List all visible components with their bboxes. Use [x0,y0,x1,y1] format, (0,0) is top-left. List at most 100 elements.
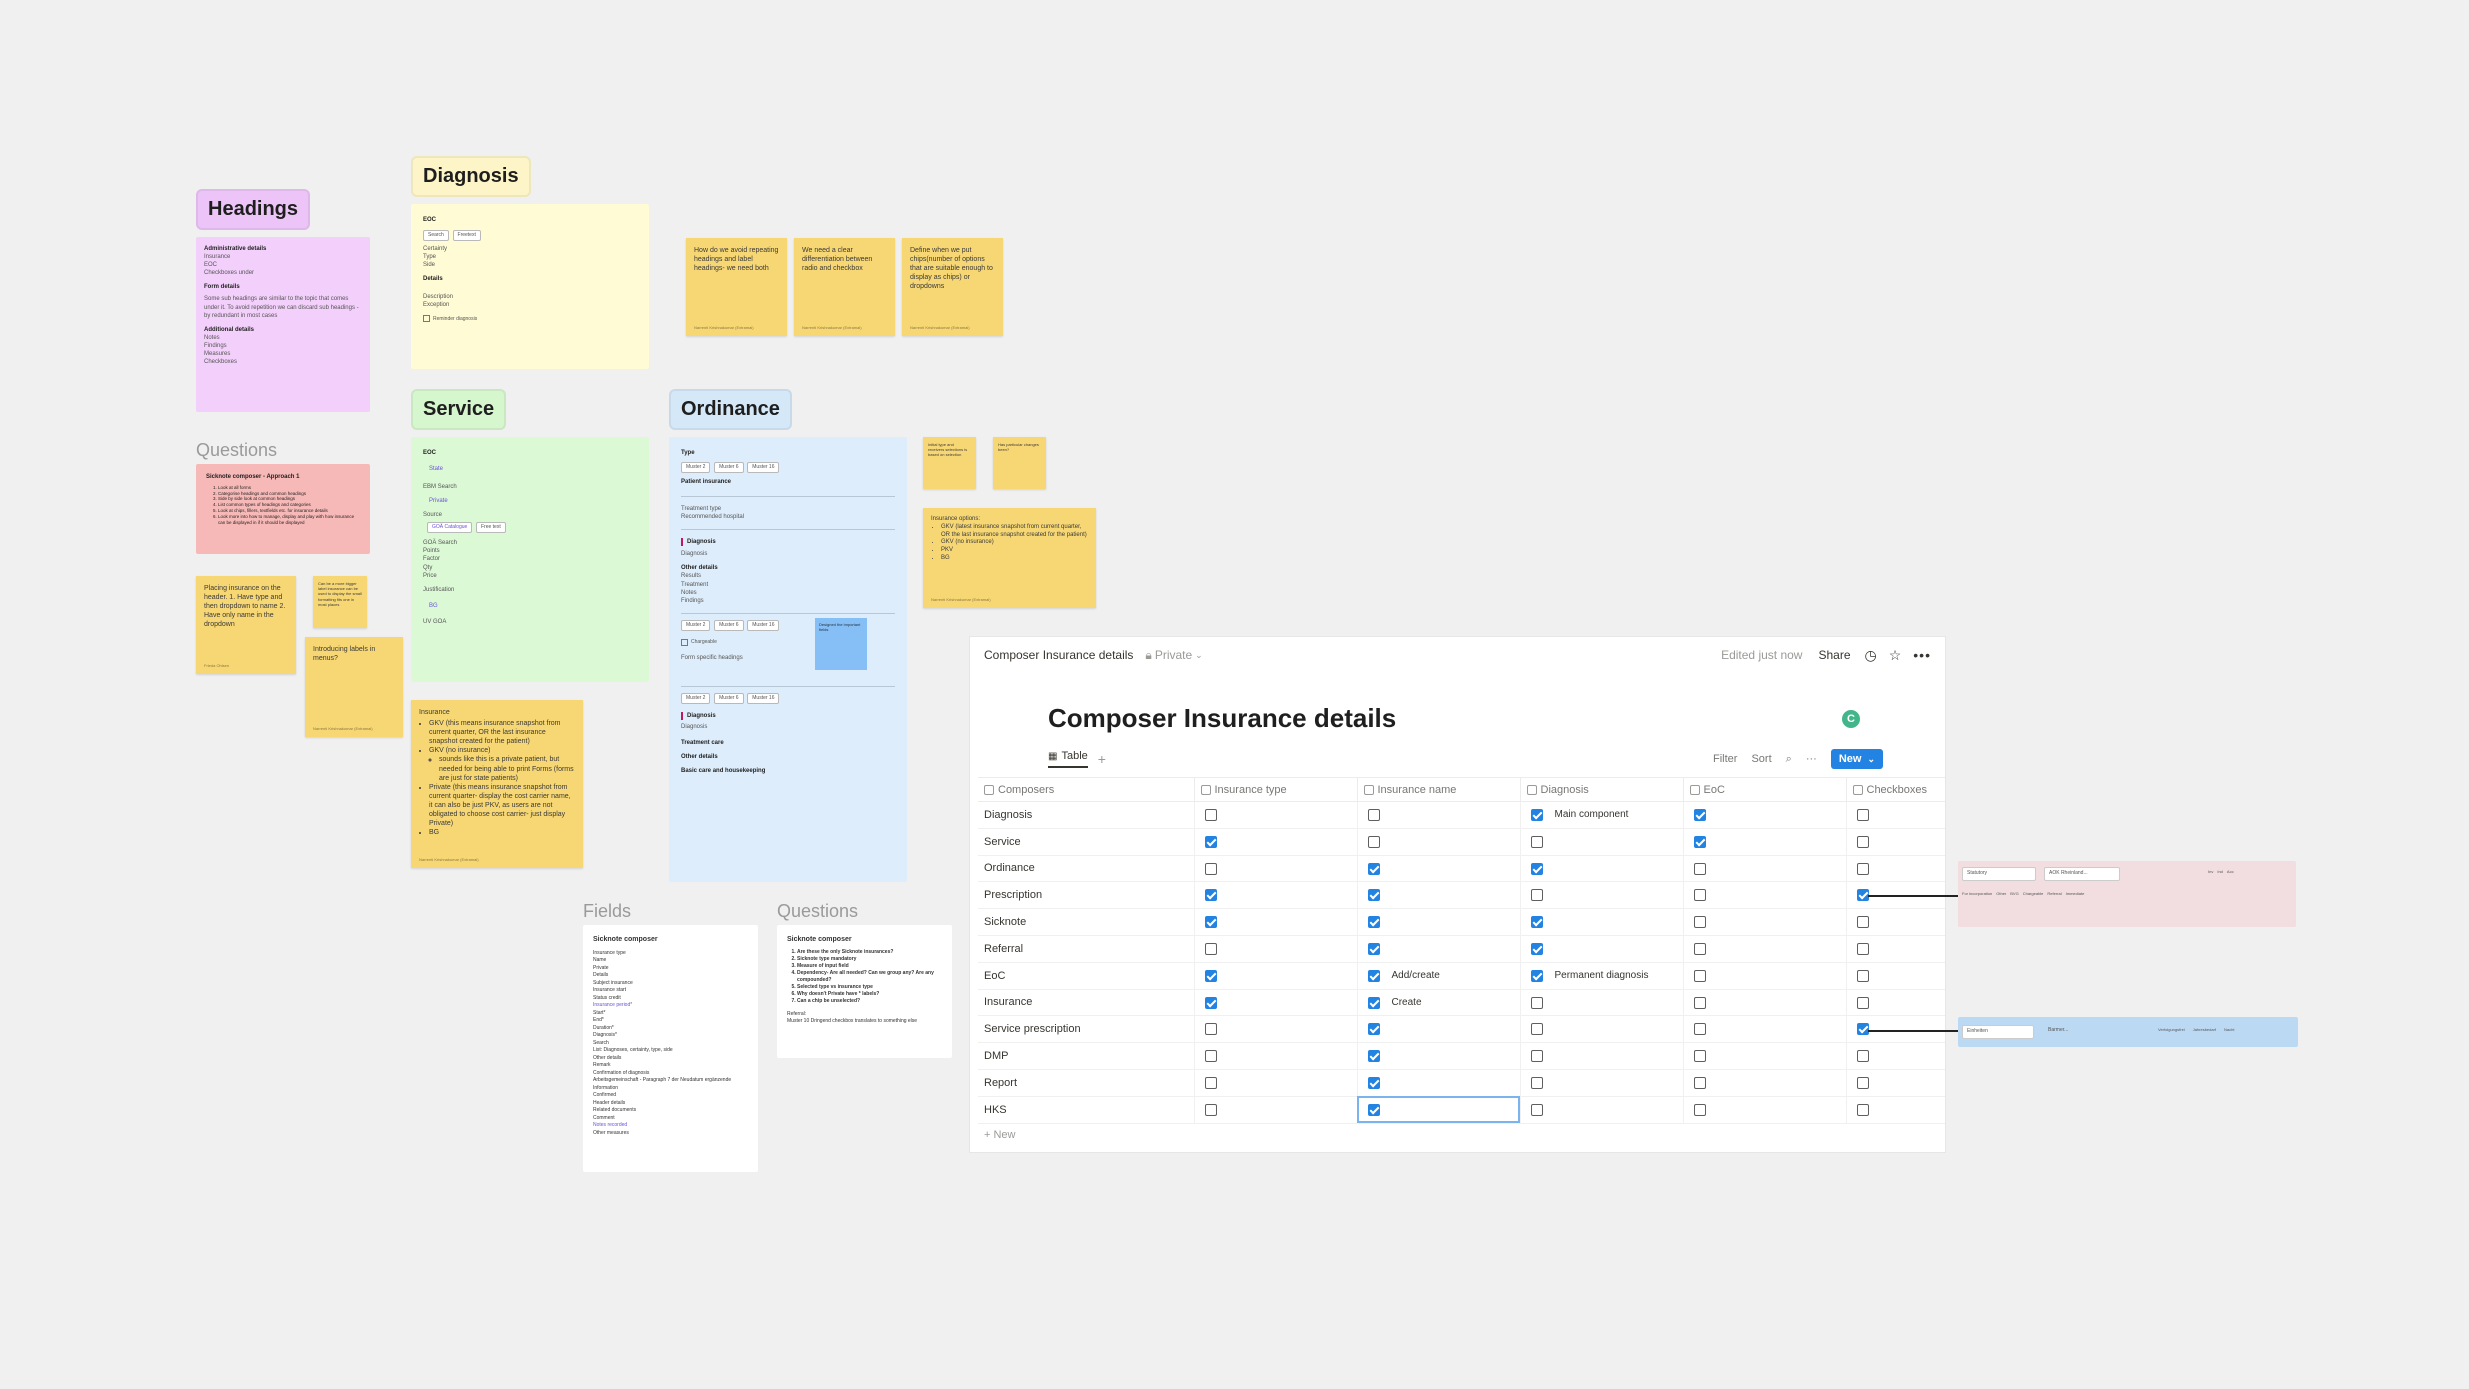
checkbox-cell[interactable] [1357,828,1521,856]
checkbox[interactable] [1856,1103,1869,1116]
muster-chip[interactable]: Muster 16 [747,462,780,473]
checkbox[interactable] [1693,808,1706,821]
table-row[interactable]: EoC Add/create Permanent diagnosis [978,962,1945,990]
checkbox[interactable] [1693,996,1706,1009]
checkbox[interactable] [1693,1103,1706,1116]
checkbox[interactable] [1856,808,1869,821]
checkbox-cell[interactable] [1846,1069,1945,1097]
composer-name-cell[interactable]: Referral [978,935,1195,963]
checkbox[interactable] [1204,862,1217,875]
checkbox-cell[interactable] [1683,828,1847,856]
option-label[interactable]: For incorporation [1962,891,1992,896]
checkbox[interactable] [1204,916,1217,929]
checkbox[interactable] [1530,1050,1543,1063]
muster-chip[interactable]: Muster 6 [714,619,744,631]
statutory-select[interactable]: Statutory [1962,867,2036,881]
checkbox-cell[interactable] [1194,1015,1358,1044]
checkbox-cell[interactable] [1683,1096,1847,1124]
chargeable-checkbox[interactable] [681,638,688,646]
column-header-insurance-name[interactable]: Insurance name [1357,777,1521,802]
checkbox[interactable] [1367,916,1380,929]
checkbox-cell[interactable] [1194,1042,1358,1070]
checkbox-cell[interactable] [1194,908,1358,936]
table-row[interactable]: HKS [978,1096,1945,1124]
freetext-chip[interactable]: Freetext [452,230,481,241]
checkbox-cell[interactable] [1194,962,1358,990]
checkbox[interactable] [1856,862,1869,875]
option-label[interactable]: Acc [2227,869,2234,874]
ordinance-card[interactable]: Type Muster 2 Muster 6 Muster 16 Patient… [669,437,907,882]
questions-card[interactable]: Sicknote composer Are these the only Sic… [777,925,952,1058]
sticky-note[interactable]: Initial type and receivers selections is… [923,437,976,489]
checkbox[interactable] [1367,1103,1380,1116]
checkbox[interactable] [1367,808,1380,821]
treatment-type[interactable]: Treatment type [681,505,895,513]
checkbox-cell[interactable] [1683,1042,1847,1070]
option-label[interactable]: Nacht [2224,1027,2234,1032]
page-title[interactable]: Composer Insurance details [1048,703,1396,734]
option-label[interactable]: Other [1996,891,2006,896]
checkbox-cell[interactable] [1520,1015,1684,1044]
checkbox[interactable] [1204,1076,1217,1089]
checkbox-cell[interactable] [1520,908,1684,936]
checkbox-cell[interactable] [1357,935,1521,963]
insurance-options-sticky[interactable]: Insurance options: GKV (latest insurance… [923,508,1096,608]
table-row[interactable]: Referral [978,935,1945,963]
composer-name-cell[interactable]: Service prescription [978,1015,1195,1044]
description-field[interactable]: Description [423,293,637,301]
checkbox[interactable] [1367,1076,1380,1089]
option-label[interactable]: Verfolgungsfrei [2158,1027,2185,1032]
checkbox-cell[interactable] [1846,855,1945,883]
table-row[interactable]: Service prescription [978,1015,1945,1044]
checkbox[interactable] [1693,889,1706,902]
column-header-eoc[interactable]: EoC [1683,777,1847,802]
composer-name-cell[interactable]: HKS [978,1096,1195,1124]
composer-name-cell[interactable]: Ordinance [978,855,1195,883]
composer-name-cell[interactable]: Sicknote [978,908,1195,936]
sort-button[interactable]: Sort [1751,753,1771,765]
checkbox-cell[interactable] [1357,881,1521,910]
checkbox-cell[interactable] [1846,962,1945,990]
checkbox[interactable] [1367,942,1380,955]
option-label[interactable]: Chargeable [2023,891,2044,896]
checkbox[interactable] [1204,942,1217,955]
checkbox-cell[interactable] [1683,935,1847,963]
checkbox-cell[interactable] [1357,908,1521,936]
checkbox[interactable] [1856,889,1869,902]
privacy-badge[interactable]: Private [1155,648,1192,662]
bg-option[interactable]: BG [429,602,637,610]
notion-page[interactable]: Composer Insurance details 🔒︎ Private ⌄ … [970,637,1945,1152]
checkbox[interactable] [1693,835,1706,848]
checkbox-cell[interactable] [1846,935,1945,963]
filter-button[interactable]: Filter [1713,753,1737,765]
table-row[interactable]: Service [978,828,1945,856]
add-row-button[interactable]: + New [984,1129,1016,1141]
checkbox[interactable] [1530,835,1543,848]
checkbox-cell[interactable] [1194,1069,1358,1097]
side-field[interactable]: Side [423,261,637,269]
checkbox-cell[interactable] [1194,989,1358,1017]
muster-chip[interactable]: Muster 16 [747,692,780,704]
checkbox-cell[interactable] [1846,1042,1945,1070]
checkbox-cell[interactable] [1357,1042,1521,1070]
checkbox[interactable] [1530,1023,1543,1036]
checkbox-cell[interactable] [1846,828,1945,856]
composer-name-cell[interactable]: Insurance [978,989,1195,1017]
checkbox-cell[interactable]: Permanent diagnosis [1520,962,1684,990]
qty-field[interactable]: Qty [423,564,637,572]
ebm-search[interactable]: EBM Search [423,483,637,491]
checkbox[interactable] [1856,996,1869,1009]
composer-name-cell[interactable]: Prescription [978,881,1195,910]
checkbox-cell[interactable] [1520,989,1684,1017]
factor-field[interactable]: Factor [423,555,637,563]
checkbox[interactable] [1204,969,1217,982]
table-row[interactable]: DMP [978,1042,1945,1070]
goa-search[interactable]: GOÄ Search [423,539,637,547]
sticky-note[interactable]: We need a clear differentiation between … [794,238,895,336]
insurance-sticky[interactable]: Insurance GKV (this means insurance snap… [411,700,583,868]
checkbox[interactable] [1530,1103,1543,1116]
fields-card[interactable]: Sicknote composer Insurance type Name Pr… [583,925,758,1172]
checkbox-cell[interactable] [1683,962,1847,990]
checkbox-cell[interactable] [1520,1042,1684,1070]
checkbox[interactable] [1856,1076,1869,1089]
